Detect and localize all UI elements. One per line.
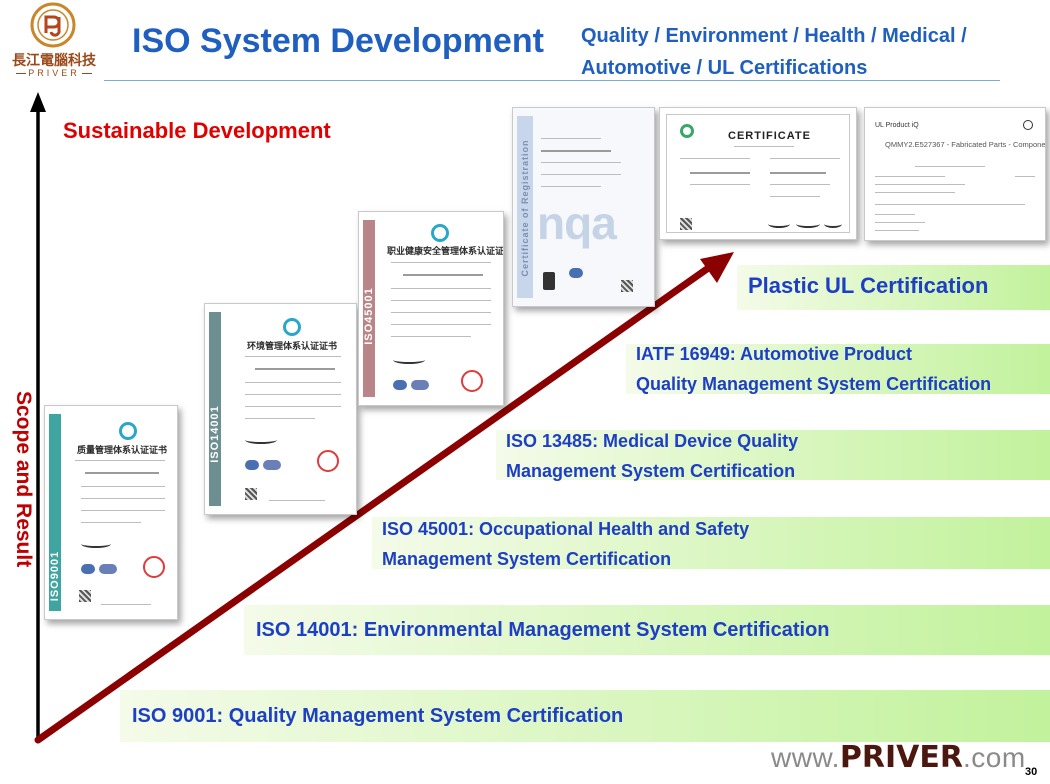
signature-icon xyxy=(768,220,790,228)
scope-and-result-label: Scope and Result xyxy=(12,391,35,568)
certificate-heading-text: 环境管理体系认证证书 xyxy=(247,342,338,352)
certificate-vertical-label: ISO45001 xyxy=(363,287,375,345)
step-iatf16949-line2: Quality Management System Certification xyxy=(636,374,992,394)
step-iso45001-line1: ISO 45001: Occupational Health and Safet… xyxy=(382,519,750,539)
signature-icon xyxy=(393,356,425,364)
ul-file-code: QMMY2.E527367 - Fabricated Parts - Compo… xyxy=(885,140,1046,149)
iaf-logo-icon xyxy=(569,268,583,278)
step-band-iso45001: ISO 45001: Occupational Health and Safet… xyxy=(372,517,1050,569)
signature-icon xyxy=(796,220,820,228)
certificate-heading-text: 职业健康安全管理体系认证证书 xyxy=(387,247,504,257)
sustainable-development-label: Sustainable Development xyxy=(63,118,331,143)
iaf-logo-icon xyxy=(81,564,95,574)
red-seal-icon xyxy=(317,450,339,472)
qr-code-icon xyxy=(680,218,692,230)
step-iso45001-line2: Management System Certification xyxy=(382,549,672,569)
certificate-badge-icon xyxy=(680,124,694,138)
certificate-caption: CERTIFICATE xyxy=(728,130,811,142)
certificate-vertical-label: Certificate of Registration xyxy=(520,139,530,277)
website-prefix: www. xyxy=(771,742,840,773)
qr-code-icon xyxy=(245,488,257,500)
certificate-iso14001-image: ISO14001 环境管理体系认证证书 xyxy=(204,303,357,515)
ul-logo-icon xyxy=(1023,120,1033,130)
step-iatf16949-line1: IATF 16949: Automotive Product xyxy=(636,344,913,364)
website-url[interactable]: www.PRIVER.com xyxy=(771,740,1026,775)
step-band-ul: Plastic UL Certification xyxy=(737,265,1050,310)
certificate-ul-product-iq-image: UL Product iQ QMMY2.E527367 - Fabricated… xyxy=(864,107,1046,241)
iaf-logo-icon xyxy=(245,460,259,470)
cnas-logo-icon xyxy=(263,460,281,470)
step-iso13485-line1: ISO 13485: Medical Device Quality xyxy=(506,431,799,451)
signature-icon xyxy=(81,540,111,548)
iaf-logo-icon xyxy=(393,380,407,390)
certificate-badge-icon xyxy=(431,224,449,242)
certificate-iatf-image: CERTIFICATE xyxy=(659,107,857,240)
page-number: 30 xyxy=(1025,766,1038,778)
step-iso13485-line2: Management System Certification xyxy=(506,461,796,481)
cnas-logo-icon xyxy=(99,564,117,574)
step-band-iso13485: ISO 13485: Medical Device Quality Manage… xyxy=(496,430,1050,481)
vertical-axis-arrowhead-icon xyxy=(30,92,46,112)
certificate-badge-icon xyxy=(119,422,137,440)
step-ul-text: Plastic UL Certification xyxy=(748,273,989,298)
step-band-iatf16949: IATF 16949: Automotive Product Quality M… xyxy=(626,344,1050,394)
certificate-iso45001-image: ISO45001 职业健康安全管理体系认证证书 xyxy=(358,211,504,406)
ul-product-iq-header: UL Product iQ xyxy=(875,122,919,129)
step-band-iso14001: ISO 14001: Environmental Management Syst… xyxy=(244,605,1050,655)
step-iso14001-text: ISO 14001: Environmental Management Syst… xyxy=(256,619,830,641)
step-band-iso9001: ISO 9001: Quality Management System Cert… xyxy=(120,690,1050,742)
website-brand: PRIVER xyxy=(839,740,963,775)
step-iso9001-text: ISO 9001: Quality Management System Cert… xyxy=(132,705,624,727)
signature-icon xyxy=(245,436,277,444)
cnas-logo-icon xyxy=(411,380,429,390)
certificate-badge-icon xyxy=(283,318,301,336)
certificate-heading-text: 质量管理体系认证证书 xyxy=(77,446,168,456)
red-seal-icon xyxy=(461,370,483,392)
nqa-watermark: nqa xyxy=(537,197,617,249)
certificate-vertical-label: ISO14001 xyxy=(209,405,221,463)
signature-icon xyxy=(824,220,842,228)
qr-code-icon xyxy=(79,590,91,602)
red-seal-icon xyxy=(143,556,165,578)
certificate-vertical-label: ISO9001 xyxy=(49,550,61,602)
certificate-nqa-registration-image: Certificate of Registration nqa xyxy=(512,107,655,307)
ukas-logo-icon xyxy=(543,272,555,290)
certificate-iso9001-image: ISO9001 质量管理体系认证证书 xyxy=(44,405,178,620)
website-suffix: .com xyxy=(962,742,1026,773)
qr-code-icon xyxy=(621,280,633,292)
